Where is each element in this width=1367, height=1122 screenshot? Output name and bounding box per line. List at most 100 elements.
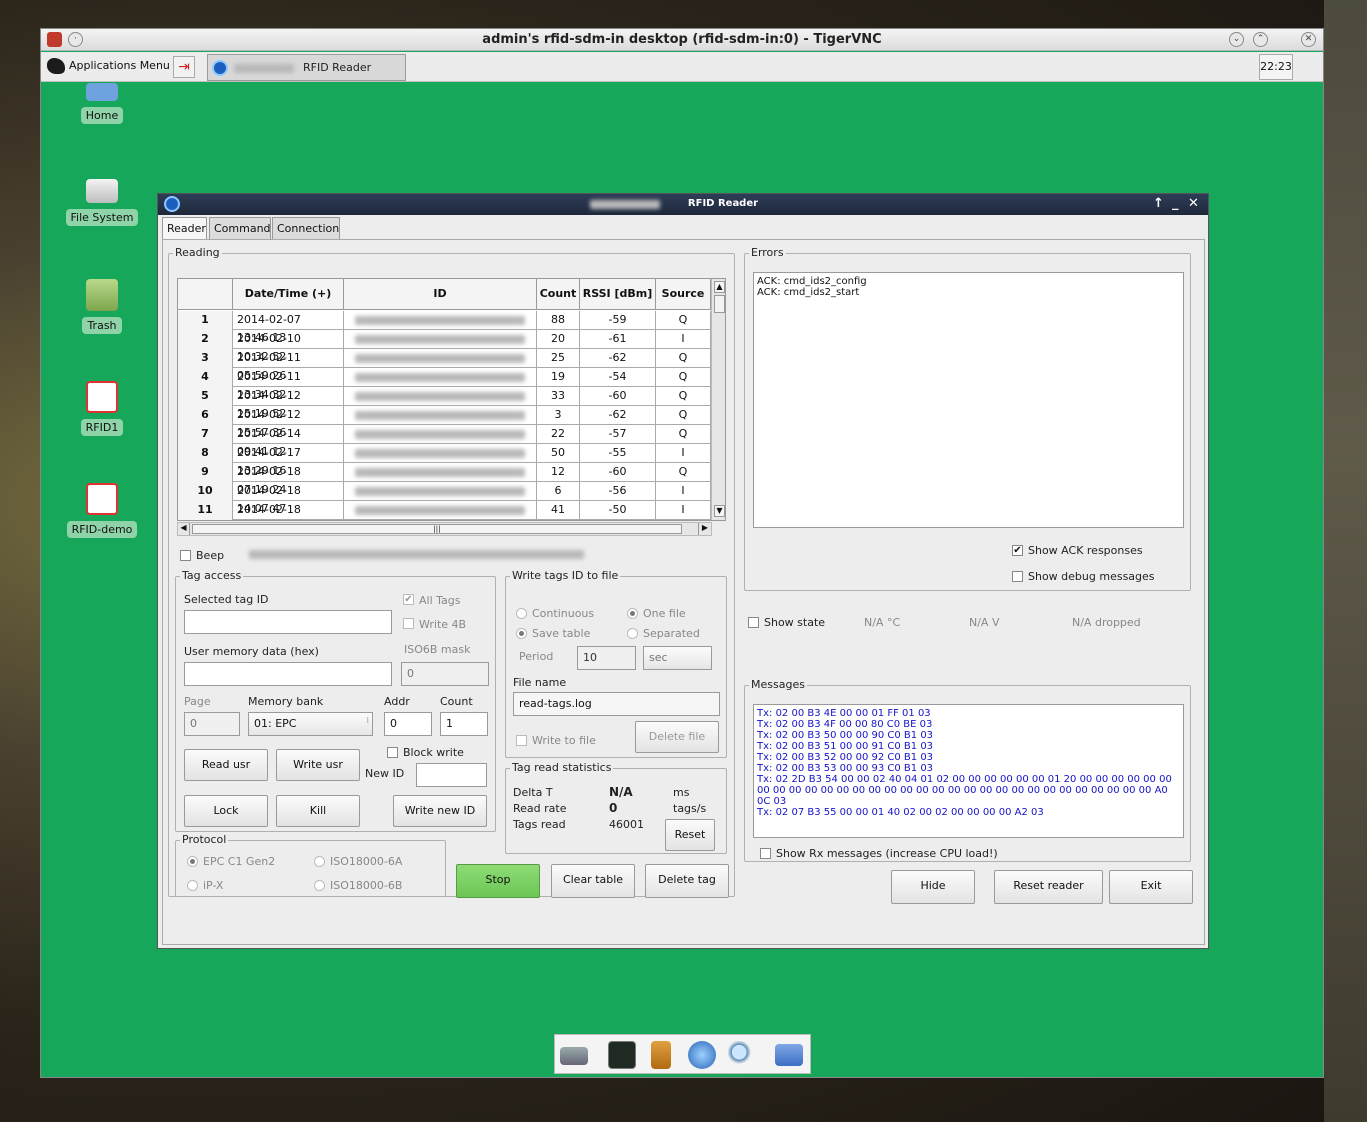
column-header-rssi[interactable]: RSSI [dBm]: [580, 279, 656, 310]
scroll-up-icon[interactable]: ▲: [714, 281, 725, 293]
stop-button[interactable]: Stop: [456, 864, 540, 898]
continuous-radio[interactable]: [516, 608, 527, 619]
reset-reader-button[interactable]: Reset reader: [994, 870, 1103, 904]
save-table-radio[interactable]: [516, 628, 527, 639]
beep-checkbox[interactable]: [180, 550, 191, 561]
show-ack-checkbox[interactable]: ✔: [1012, 545, 1023, 556]
iso6b-mask-input[interactable]: 0: [401, 662, 489, 686]
scroll-down-icon[interactable]: ▼: [714, 505, 725, 517]
separated-radio[interactable]: [627, 628, 638, 639]
read-usr-button[interactable]: Read usr: [184, 749, 268, 781]
delete-file-button[interactable]: Delete file: [635, 721, 719, 753]
row-id: [344, 444, 537, 463]
minimize-icon[interactable]: _: [1172, 196, 1179, 211]
memory-bank-label: Memory bank: [248, 695, 324, 708]
write-to-file-checkbox[interactable]: [516, 735, 527, 746]
epc-gen2-radio[interactable]: [187, 856, 198, 867]
write-new-id-button[interactable]: Write new ID: [393, 795, 487, 827]
column-header-count[interactable]: Count: [537, 279, 580, 310]
clock[interactable]: 22:23: [1259, 54, 1293, 80]
column-header-date[interactable]: Date/Time (+): [233, 279, 344, 310]
reads-table[interactable]: Date/Time (+) ID Count RSSI [dBm] Source…: [177, 278, 726, 521]
show-ack-label: Show ACK responses: [1028, 544, 1143, 557]
messages-text[interactable]: Tx: 02 00 B3 4E 00 00 01 FF 01 03 Tx: 02…: [753, 704, 1184, 838]
file-name-input[interactable]: read-tags.log: [513, 692, 720, 716]
terminal-icon[interactable]: [608, 1041, 636, 1069]
new-id-input[interactable]: [416, 763, 487, 787]
table-row[interactable]: 4 2014-02-11 13:34:32 19 -54 Q: [178, 368, 711, 401]
table-row[interactable]: 3 2014-02-11 05:59:26 25 -62 Q: [178, 349, 711, 382]
kill-button[interactable]: Kill: [276, 795, 360, 827]
table-row[interactable]: 1 2014-02-07 13:46:13 88 -59 Q: [178, 311, 711, 344]
hscroll-thumb[interactable]: |||: [192, 524, 682, 534]
desktop-icon-rfid-demo[interactable]: RFID-demo: [62, 483, 142, 538]
user-memory-input[interactable]: [184, 662, 392, 686]
memory-bank-select[interactable]: 01: EPC ⁝: [248, 712, 373, 736]
scroll-thumb[interactable]: [714, 295, 725, 313]
column-header-source[interactable]: Source: [656, 279, 711, 310]
row-source: I: [656, 444, 711, 463]
table-row[interactable]: 7 2014-02-14 09:41:12 22 -57 Q: [178, 425, 711, 458]
lock-button[interactable]: Lock: [184, 795, 268, 827]
desktop-icon-trash[interactable]: Trash: [62, 279, 142, 334]
web-browser-icon[interactable]: [688, 1041, 716, 1069]
addr-input[interactable]: 0: [384, 712, 432, 736]
table-row[interactable]: 6 2014-02-12 15:57:36 3 -62 Q: [178, 406, 711, 439]
block-write-checkbox[interactable]: [387, 747, 398, 758]
scroll-left-icon[interactable]: ◀: [178, 523, 190, 535]
iso-6a-radio[interactable]: [314, 856, 325, 867]
table-row[interactable]: 8 2014-02-17 13:29:16 50 -55 I: [178, 444, 711, 477]
logout-icon[interactable]: ⇥: [173, 56, 195, 78]
table-row[interactable]: 112014-02-18 14:31:31 41-50I: [178, 501, 711, 520]
minimize-icon[interactable]: ⌄: [1229, 32, 1244, 47]
desktop-icon-home[interactable]: Home: [62, 83, 142, 124]
ipx-radio[interactable]: [187, 880, 198, 891]
selected-tag-input[interactable]: [184, 610, 392, 634]
show-debug-label: Show debug messages: [1028, 570, 1155, 583]
write4b-checkbox[interactable]: [403, 618, 414, 629]
exit-button[interactable]: Exit: [1109, 870, 1193, 904]
show-desktop-icon[interactable]: [560, 1047, 588, 1065]
scroll-right-icon[interactable]: ▶: [698, 523, 711, 535]
desktop-icon-rfid1[interactable]: RFID1: [62, 381, 142, 436]
table-row[interactable]: 10 2014-02-18 14:07:47 6 -56 I: [178, 482, 711, 515]
applications-menu[interactable]: Applications Menu: [47, 58, 170, 74]
show-state-checkbox[interactable]: [748, 617, 759, 628]
file-cabinet-icon[interactable]: [651, 1041, 671, 1069]
tab-connection[interactable]: Connection: [272, 217, 340, 239]
count-input[interactable]: 1: [440, 712, 488, 736]
reset-stats-button[interactable]: Reset: [665, 819, 715, 851]
row-date: 2014-02-10 10:32:52: [233, 330, 344, 363]
page-input[interactable]: 0: [184, 712, 240, 736]
close-icon[interactable]: ✕: [1188, 196, 1199, 211]
folder-icon[interactable]: [775, 1044, 803, 1066]
period-input[interactable]: 10: [577, 646, 636, 670]
tab-command[interactable]: Command: [209, 217, 271, 239]
delete-tag-button[interactable]: Delete tag: [645, 864, 729, 898]
show-rx-checkbox[interactable]: [760, 848, 771, 859]
close-icon[interactable]: ✕: [1301, 32, 1316, 47]
hide-button[interactable]: Hide: [891, 870, 975, 904]
errors-text[interactable]: ACK: cmd_ids2_config ACK: cmd_ids2_start: [753, 272, 1184, 528]
all-tags-checkbox[interactable]: ✔: [403, 594, 414, 605]
table-row[interactable]: 5 2014-02-12 15:19:52 33 -60 Q: [178, 387, 711, 420]
write-usr-button[interactable]: Write usr: [276, 749, 360, 781]
table-vertical-scrollbar[interactable]: ▲ ▼: [711, 279, 725, 520]
column-header-id[interactable]: ID: [344, 279, 537, 310]
table-row[interactable]: 2 2014-02-10 10:32:52 20 -61 I: [178, 330, 711, 363]
search-icon[interactable]: [728, 1041, 756, 1069]
iso-6b-radio[interactable]: [314, 880, 325, 891]
clear-table-button[interactable]: Clear table: [551, 864, 635, 898]
desktop-icon-label: Trash: [82, 317, 122, 334]
errors-title: Errors: [749, 246, 786, 259]
table-row[interactable]: 9 2014-02-18 07:19:24 12 -60 Q: [178, 463, 711, 496]
maximize-icon[interactable]: ⌃: [1253, 32, 1268, 47]
show-debug-checkbox[interactable]: [1012, 571, 1023, 582]
table-horizontal-scrollbar[interactable]: ◀ ||| ▶: [177, 522, 712, 536]
period-unit-select[interactable]: sec: [643, 646, 712, 670]
one-file-radio[interactable]: [627, 608, 638, 619]
desktop-icon-filesystem[interactable]: File System: [62, 179, 142, 226]
taskbar-item-rfid-reader[interactable]: RFID Reader: [207, 54, 406, 81]
maximize-icon[interactable]: ↑: [1153, 196, 1164, 211]
tab-reader[interactable]: Reader: [162, 217, 207, 241]
